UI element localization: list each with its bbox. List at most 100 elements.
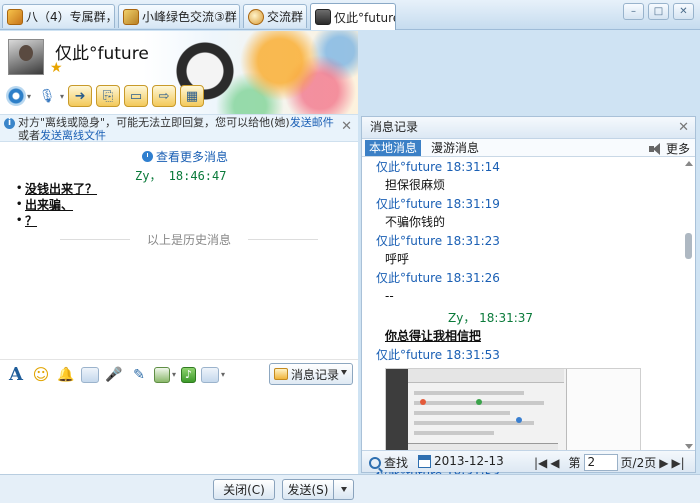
font-icon[interactable]: A xyxy=(6,364,26,385)
chat-panel: 仅此°future ★ ▾ 🎙 ▾ ➜ ⎘ ▭ ⇨ ▦ i 对方"离线或隐身"，… xyxy=(0,31,358,503)
history-message-body: -- xyxy=(385,289,394,303)
maximize-button[interactable]: □ xyxy=(648,3,669,20)
chevron-down-icon[interactable]: ▾ xyxy=(172,370,176,379)
more-button[interactable]: 更多 xyxy=(648,140,690,157)
close-icon[interactable]: ✕ xyxy=(678,117,689,138)
transfer-icon[interactable]: ⇨ xyxy=(152,85,177,107)
date-picker[interactable]: 2013-12-13 xyxy=(418,454,504,468)
send-button[interactable]: 发送(S) xyxy=(282,479,334,500)
tab-local-messages[interactable]: 本地消息 xyxy=(365,139,422,156)
tab-contact-active[interactable]: 仅此°future xyxy=(310,3,396,30)
tab-label: 仅此°future xyxy=(334,10,396,25)
history-message-body: 呼呼 xyxy=(385,252,410,266)
close-window-button[interactable]: ✕ xyxy=(673,3,694,20)
share-screen-icon[interactable]: ⎘ xyxy=(96,85,121,107)
search-button[interactable]: 查找 xyxy=(369,454,408,471)
message-icon xyxy=(274,368,288,380)
history-message-header: 仅此°future 18:31:23 xyxy=(376,234,500,248)
screenshot-thumbnail[interactable]: + xyxy=(385,368,641,452)
shake-icon[interactable]: 🔔 xyxy=(56,365,76,385)
contact-name[interactable]: 仅此°future xyxy=(55,39,149,64)
history-message-header: 仅此°future 18:31:53 xyxy=(376,348,500,362)
page-navigation: |◀ ◀ 第 2 页/2页 ▶ ▶| xyxy=(534,454,685,471)
minimize-button[interactable]: – xyxy=(623,3,644,20)
notice-text: 对方"离线或隐身"，可能无法立即回复，您可以给他(她) xyxy=(18,116,290,129)
message-line: ？ xyxy=(16,213,97,229)
message-line: 出来骗、 xyxy=(16,197,97,213)
first-page-icon[interactable]: |◀ xyxy=(534,456,547,470)
message-history-button[interactable]: 消息记录 xyxy=(269,363,353,385)
prev-page-icon[interactable]: ◀ xyxy=(550,456,559,470)
history-header: 消息记录 ✕ xyxy=(362,117,695,139)
voice-call-icon[interactable]: 🎙 xyxy=(35,85,59,107)
bottom-bar: 关闭(C) 发送(S) xyxy=(0,474,700,503)
tab-group-3[interactable]: 交流群 xyxy=(243,4,307,28)
send-options-button[interactable] xyxy=(334,479,354,500)
image-icon[interactable] xyxy=(154,366,170,383)
history-message-list: 仅此°future 18:31:14 担保很麻烦 仅此°future 18:31… xyxy=(362,158,684,452)
page-suffix: 页/2页 xyxy=(620,456,657,470)
info-icon: i xyxy=(4,118,15,129)
calendar-icon xyxy=(418,454,431,468)
tab-bar: 八（4）专属群， 小峰绿色交流③群 交流群 仅此°future – □ ✕ xyxy=(0,0,700,30)
close-icon[interactable]: ✕ xyxy=(341,120,352,133)
tab-group-1[interactable]: 八（4）专属群， xyxy=(2,4,115,28)
remote-assist-icon[interactable]: ▭ xyxy=(124,85,149,107)
history-message-header: 仅此°future 18:31:26 xyxy=(376,271,500,285)
date-value: 2013-12-13 xyxy=(434,454,504,468)
view-more-label: 查看更多消息 xyxy=(156,150,229,164)
gif-icon[interactable] xyxy=(81,366,99,383)
history-message-body: 担保很麻烦 xyxy=(385,178,446,192)
notice-text-middle: 或者 xyxy=(18,129,40,142)
group-icon xyxy=(248,8,264,25)
last-page-icon[interactable]: ▶| xyxy=(671,456,684,470)
history-scrollbar[interactable] xyxy=(684,159,693,451)
speaker-icon xyxy=(648,142,663,155)
history-message-body: 不骗你钱的 xyxy=(385,215,446,229)
history-message-header: 仅此°future 18:31:14 xyxy=(376,160,500,174)
send-file-icon[interactable]: ➜ xyxy=(68,85,93,107)
message-sender: Zy， 18:46:47 xyxy=(135,169,227,183)
note-icon[interactable]: ✎ xyxy=(129,365,149,385)
history-panel: 消息记录 ✕ 本地消息 漫游消息 更多 仅此°future 18:31:14 担… xyxy=(361,116,696,474)
close-button[interactable]: 关闭(C) xyxy=(213,479,275,500)
history-self-header: Zy， 18:31:37 xyxy=(448,311,534,325)
message-line: 没钱出来了？ xyxy=(16,181,97,197)
video-call-icon[interactable] xyxy=(6,86,26,106)
chevron-down-icon[interactable]: ▾ xyxy=(221,370,225,379)
tab-label: 小峰绿色交流③群 xyxy=(142,10,237,24)
chevron-down-icon[interactable]: ▾ xyxy=(27,92,31,101)
music-icon[interactable]: ♪ xyxy=(181,366,197,383)
star-icon: ★ xyxy=(50,60,63,76)
search-label: 查找 xyxy=(384,456,409,470)
page-prefix: 第 xyxy=(568,456,581,470)
contact-avatar[interactable] xyxy=(8,39,44,75)
history-tabs: 本地消息 漫游消息 更多 xyxy=(362,139,695,157)
send-mail-link[interactable]: 发送邮件 xyxy=(290,116,334,129)
next-page-icon[interactable]: ▶ xyxy=(659,456,668,470)
chevron-down-icon[interactable]: ▾ xyxy=(60,92,64,101)
scroll-thumb[interactable] xyxy=(685,233,692,259)
emoji-icon[interactable]: ☺ xyxy=(31,365,51,385)
page-number-input[interactable]: 2 xyxy=(583,454,618,471)
chevron-down-icon xyxy=(341,370,347,375)
history-message-header: 仅此°future 18:31:19 xyxy=(376,197,500,211)
more-label: 更多 xyxy=(665,142,690,156)
tab-roaming-messages[interactable]: 漫游消息 xyxy=(427,140,483,156)
history-title: 消息记录 xyxy=(370,120,419,134)
message-body: 没钱出来了？ 出来骗、 ？ xyxy=(16,181,97,229)
screenshot-icon[interactable] xyxy=(201,366,220,383)
group-icon xyxy=(7,8,23,25)
scroll-down-arrow[interactable] xyxy=(685,444,693,449)
send-offline-file-link[interactable]: 发送离线文件 xyxy=(40,129,106,142)
user-avatar-icon xyxy=(315,9,331,25)
clock-icon xyxy=(142,151,153,162)
chevron-down-icon xyxy=(340,487,347,492)
scroll-up-arrow[interactable] xyxy=(685,161,693,166)
history-separator: 以上是历史消息 xyxy=(60,231,318,248)
view-more-messages-link[interactable]: 查看更多消息 xyxy=(142,148,228,165)
apps-icon[interactable]: ▦ xyxy=(180,85,205,107)
tab-group-2[interactable]: 小峰绿色交流③群 xyxy=(118,4,240,28)
voice-message-icon[interactable]: 🎤 xyxy=(104,365,124,385)
offline-notice: i 对方"离线或隐身"，可能无法立即回复，您可以给他(她)发送邮件 或者发送离线… xyxy=(0,114,358,142)
